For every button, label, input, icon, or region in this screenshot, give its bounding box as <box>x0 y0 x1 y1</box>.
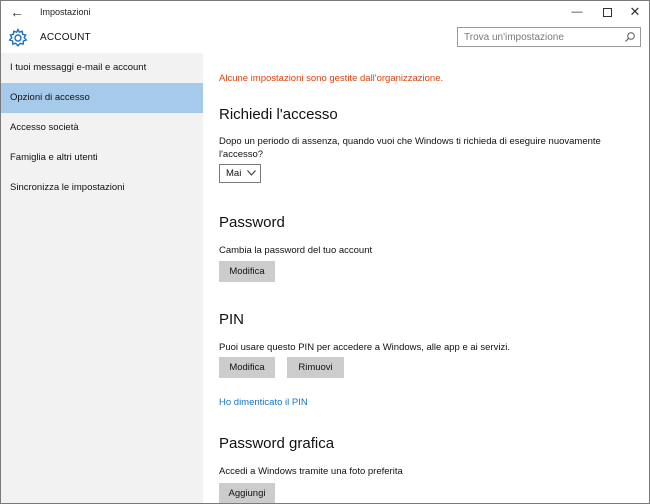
require-signin-description: Dopo un periodo di assenza, quando vuoi … <box>219 136 601 160</box>
org-managed-note: Alcune impostazioni sono gestite dall'or… <box>219 73 444 84</box>
remove-pin-button[interactable]: Rimuovi <box>287 357 344 378</box>
change-password-button[interactable]: Modifica <box>219 261 275 282</box>
picture-password-title: Password grafica <box>219 435 335 452</box>
title-bar: ← Impostazioni — ✕ <box>1 1 649 23</box>
app-title: Impostazioni <box>40 7 91 17</box>
settings-window: ← Impostazioni — ✕ ACCOUNT I tuoi messag… <box>0 0 650 504</box>
search-input[interactable] <box>458 28 624 46</box>
back-arrow-icon[interactable]: ← <box>6 2 28 22</box>
sidebar: I tuoi messaggi e-mail e account Opzioni… <box>1 53 203 503</box>
pin-title: PIN <box>219 311 245 328</box>
pin-description: Puoi usare questo PIN per accedere a Win… <box>219 342 510 353</box>
gear-icon <box>8 28 28 47</box>
sidebar-item-signin-options[interactable]: Opzioni di accesso <box>1 83 203 113</box>
password-title: Password <box>219 214 285 231</box>
picture-password-description: Accedi a Windows tramite una foto prefer… <box>219 466 403 477</box>
change-pin-button[interactable]: Modifica <box>219 357 275 378</box>
search-box[interactable] <box>457 27 641 47</box>
sidebar-item-family[interactable]: Famiglia e altri utenti <box>1 143 203 173</box>
add-picture-password-button[interactable]: Aggiungi <box>219 483 275 503</box>
maximize-icon <box>602 7 612 17</box>
sidebar-item-email-accounts[interactable]: I tuoi messaggi e-mail e account <box>1 53 203 83</box>
page-title: ACCOUNT <box>40 32 91 43</box>
close-button[interactable]: ✕ <box>620 1 649 23</box>
dropdown-selected-value: Mai <box>226 168 242 179</box>
require-signin-title: Richiedi l'accesso <box>219 106 338 123</box>
sidebar-item-work-access[interactable]: Accesso società <box>1 113 203 143</box>
sidebar-item-sync[interactable]: Sincronizza le impostazioni <box>1 173 203 203</box>
password-description: Cambia la password del tuo account <box>219 245 373 256</box>
forgot-pin-link[interactable]: Ho dimenticato il PIN <box>219 397 308 408</box>
minimize-button[interactable]: — <box>562 1 592 23</box>
require-signin-dropdown[interactable]: Mai <box>219 164 261 183</box>
maximize-button[interactable] <box>592 1 622 23</box>
chevron-down-icon <box>247 170 256 176</box>
search-icon[interactable] <box>624 31 636 43</box>
main-content: Alcune impostazioni sono gestite dall'or… <box>203 53 649 503</box>
header: ACCOUNT <box>1 23 649 53</box>
